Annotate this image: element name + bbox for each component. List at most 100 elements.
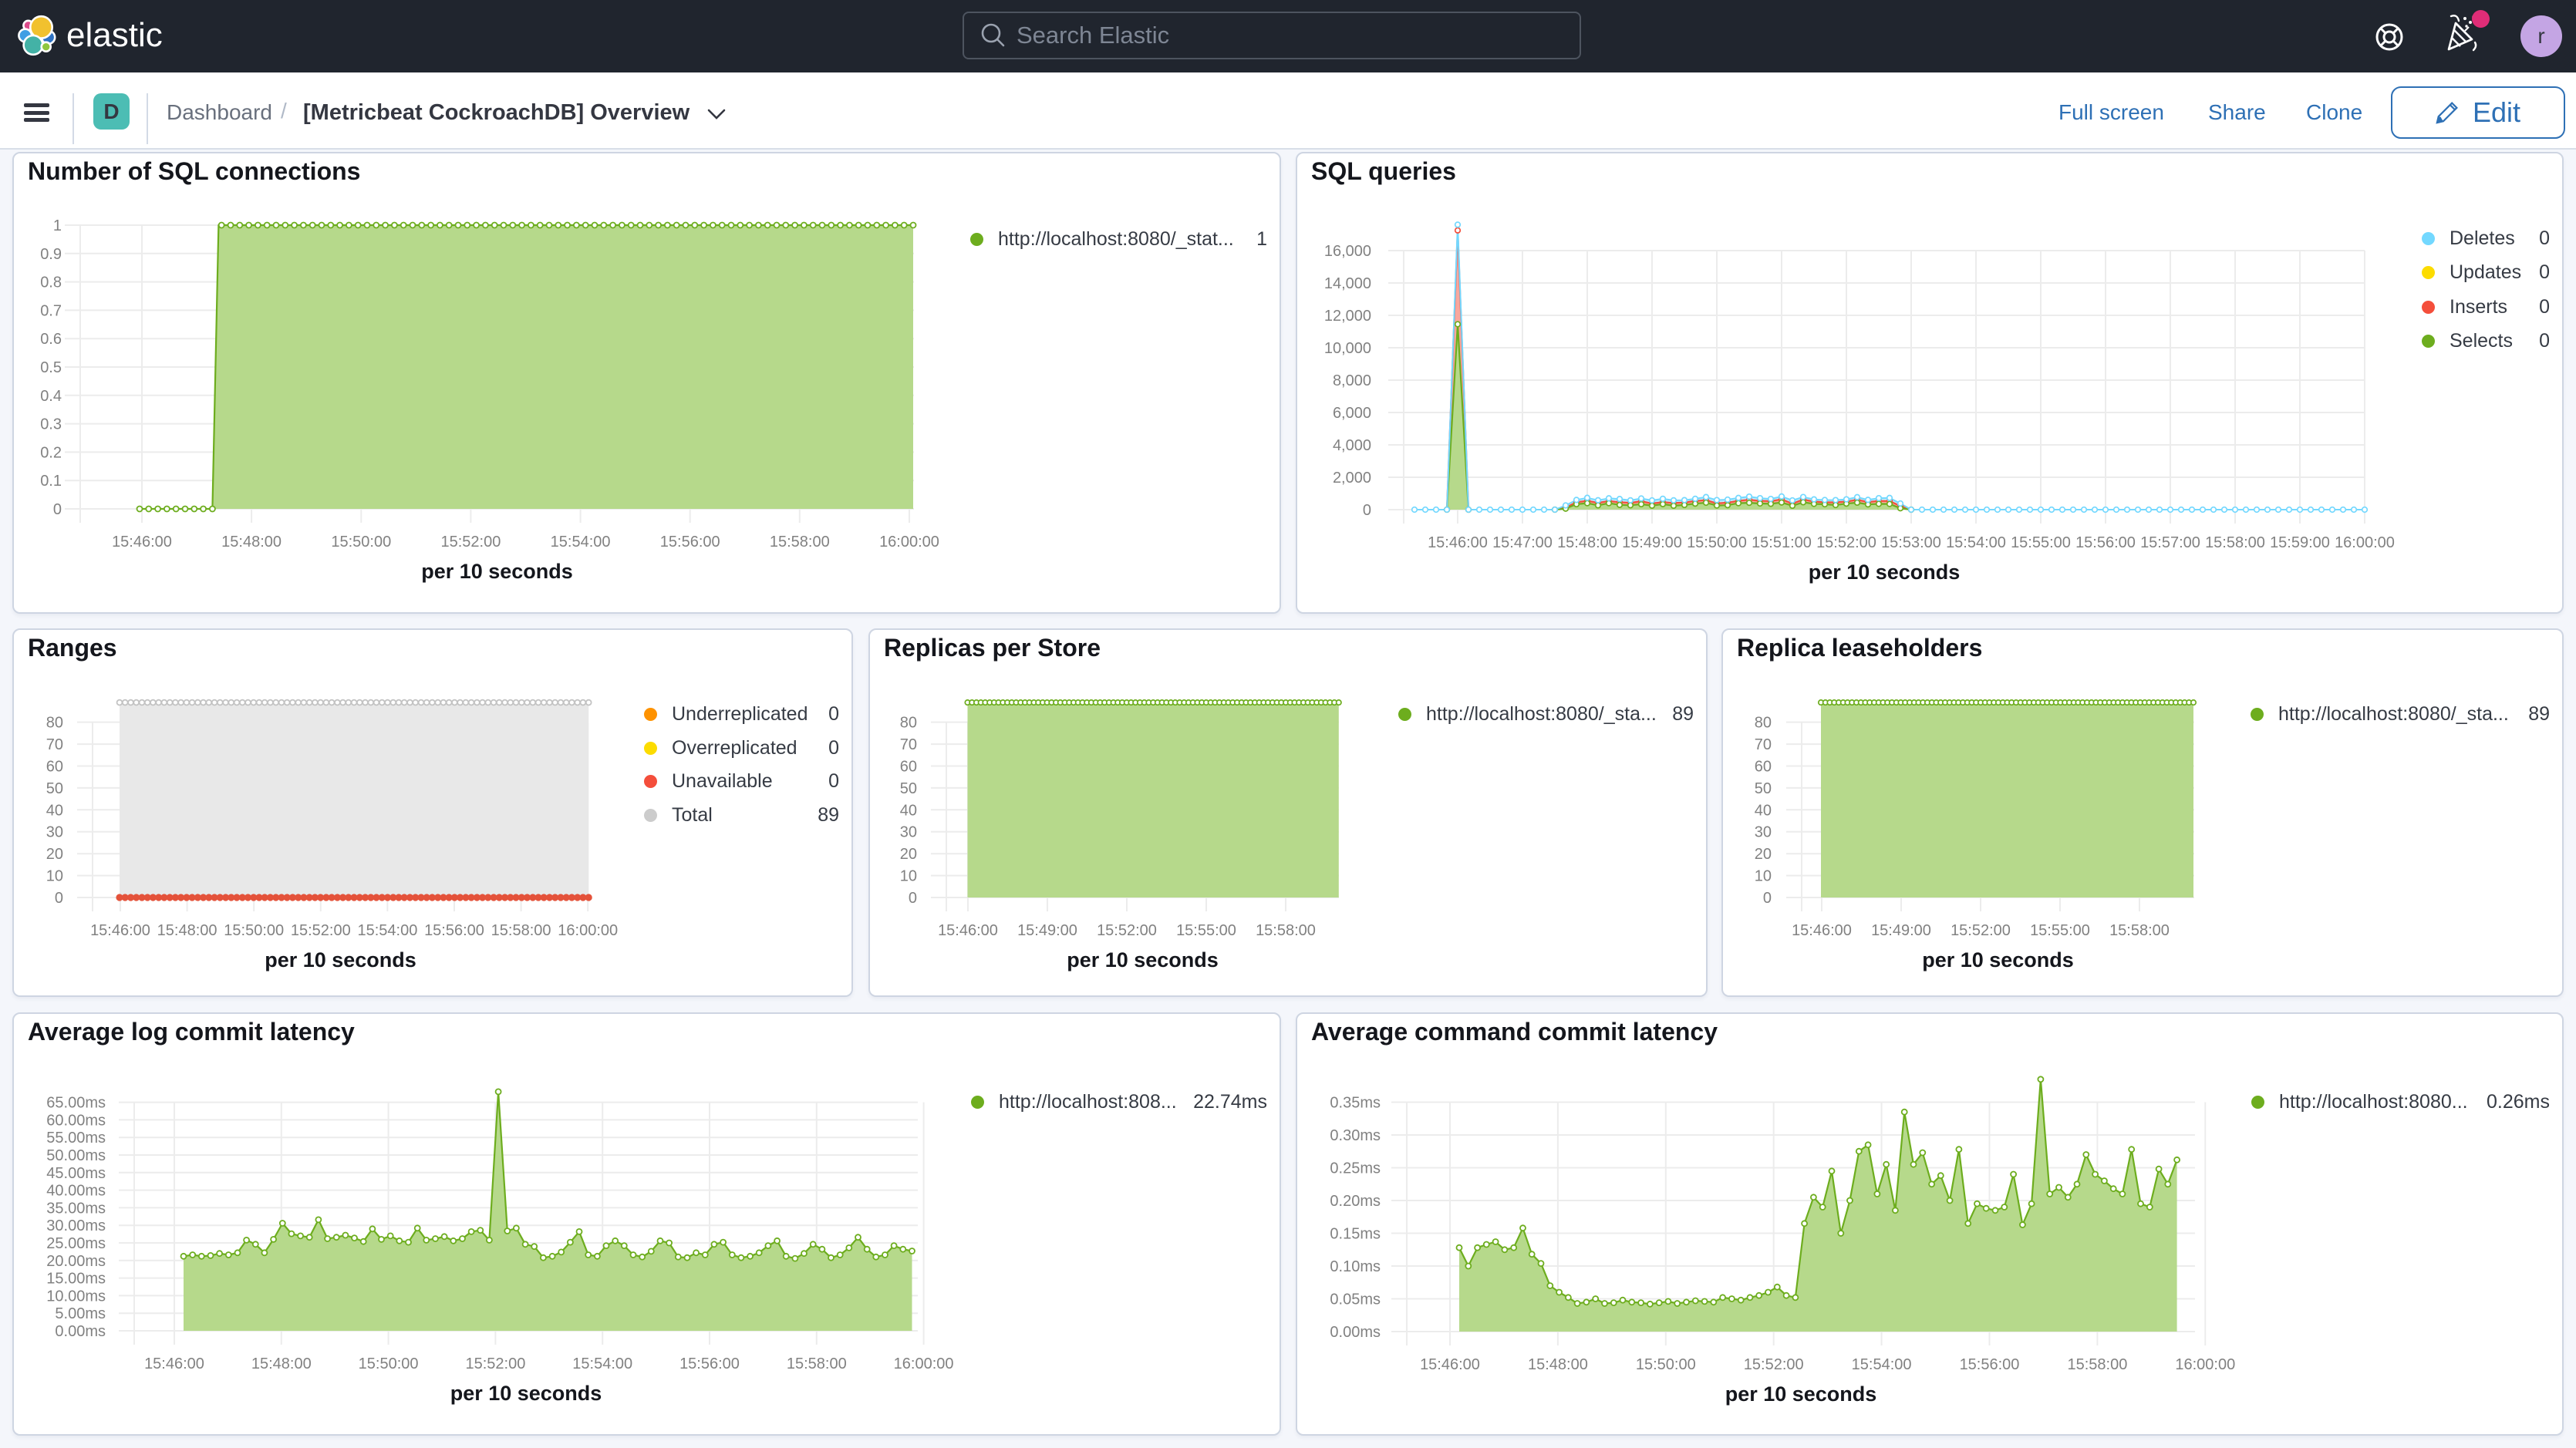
svg-text:15:52:00: 15:52:00 — [1744, 1356, 1804, 1373]
svg-text:10: 10 — [1755, 868, 1772, 885]
svg-text:15:49:00: 15:49:00 — [1622, 534, 1682, 551]
svg-text:20: 20 — [1755, 846, 1772, 863]
svg-text:15:55:00: 15:55:00 — [2011, 534, 2071, 551]
svg-text:0.00ms: 0.00ms — [55, 1323, 106, 1340]
svg-text:15:56:00: 15:56:00 — [2075, 534, 2136, 551]
svg-text:15:52:00: 15:52:00 — [440, 534, 501, 551]
svg-text:30.00ms: 30.00ms — [46, 1217, 106, 1234]
svg-text:15:56:00: 15:56:00 — [424, 922, 484, 939]
svg-text:25.00ms: 25.00ms — [46, 1235, 106, 1252]
svg-text:15:46:00: 15:46:00 — [938, 922, 998, 939]
svg-text:15.00ms: 15.00ms — [46, 1271, 106, 1288]
svg-text:40.00ms: 40.00ms — [46, 1183, 106, 1200]
svg-text:65.00ms: 65.00ms — [46, 1095, 106, 1112]
svg-text:0.6: 0.6 — [40, 331, 62, 348]
svg-text:50: 50 — [1755, 780, 1772, 797]
svg-text:15:52:00: 15:52:00 — [1097, 922, 1157, 939]
svg-text:15:58:00: 15:58:00 — [2205, 534, 2265, 551]
svg-text:0.35ms: 0.35ms — [1330, 1095, 1381, 1112]
svg-text:60: 60 — [46, 759, 63, 776]
svg-text:15:50:00: 15:50:00 — [1687, 534, 1747, 551]
svg-text:60.00ms: 60.00ms — [46, 1112, 106, 1129]
svg-text:0.20ms: 0.20ms — [1330, 1193, 1381, 1210]
svg-text:60: 60 — [900, 759, 917, 776]
svg-text:15:58:00: 15:58:00 — [491, 922, 551, 939]
svg-text:15:56:00: 15:56:00 — [1960, 1356, 2020, 1373]
svg-text:15:49:00: 15:49:00 — [1017, 922, 1077, 939]
svg-text:15:53:00: 15:53:00 — [1881, 534, 1941, 551]
svg-text:0: 0 — [53, 501, 62, 518]
svg-text:15:52:00: 15:52:00 — [291, 922, 351, 939]
svg-text:15:59:00: 15:59:00 — [2270, 534, 2330, 551]
svg-text:12,000: 12,000 — [1324, 308, 1371, 325]
svg-text:15:54:00: 15:54:00 — [551, 534, 611, 551]
svg-text:0: 0 — [909, 890, 917, 907]
svg-text:15:48:00: 15:48:00 — [1557, 534, 1617, 551]
svg-text:15:52:00: 15:52:00 — [465, 1355, 525, 1372]
svg-text:30: 30 — [46, 824, 63, 841]
svg-text:10.00ms: 10.00ms — [46, 1288, 106, 1305]
svg-text:15:46:00: 15:46:00 — [90, 922, 150, 939]
svg-text:0.10ms: 0.10ms — [1330, 1258, 1381, 1275]
svg-text:5.00ms: 5.00ms — [55, 1305, 106, 1322]
svg-text:80: 80 — [900, 715, 917, 732]
svg-text:16:00:00: 16:00:00 — [2175, 1356, 2235, 1373]
svg-text:15:58:00: 15:58:00 — [2109, 922, 2170, 939]
svg-text:0.5: 0.5 — [40, 359, 62, 376]
svg-text:15:48:00: 15:48:00 — [1528, 1356, 1588, 1373]
svg-text:15:54:00: 15:54:00 — [1946, 534, 2006, 551]
svg-text:50: 50 — [900, 780, 917, 797]
svg-text:15:48:00: 15:48:00 — [251, 1355, 312, 1372]
svg-text:15:46:00: 15:46:00 — [144, 1355, 204, 1372]
svg-text:1: 1 — [53, 217, 62, 234]
svg-text:15:52:00: 15:52:00 — [1951, 922, 2011, 939]
svg-text:80: 80 — [1755, 715, 1772, 732]
svg-text:50: 50 — [46, 780, 63, 797]
svg-text:45.00ms: 45.00ms — [46, 1165, 106, 1182]
svg-text:55.00ms: 55.00ms — [46, 1130, 106, 1147]
svg-text:40: 40 — [46, 802, 63, 819]
svg-text:2,000: 2,000 — [1333, 470, 1371, 487]
svg-text:16,000: 16,000 — [1324, 243, 1371, 260]
svg-text:15:55:00: 15:55:00 — [2030, 922, 2090, 939]
svg-text:30: 30 — [1755, 824, 1772, 841]
svg-text:35.00ms: 35.00ms — [46, 1200, 106, 1217]
svg-text:50.00ms: 50.00ms — [46, 1147, 106, 1164]
svg-text:20.00ms: 20.00ms — [46, 1253, 106, 1270]
svg-text:16:00:00: 16:00:00 — [879, 534, 939, 551]
svg-text:15:51:00: 15:51:00 — [1752, 534, 1812, 551]
svg-text:4,000: 4,000 — [1333, 437, 1371, 454]
svg-text:15:56:00: 15:56:00 — [660, 534, 720, 551]
svg-text:15:50:00: 15:50:00 — [224, 922, 284, 939]
svg-text:70: 70 — [46, 736, 63, 753]
svg-text:per 10 seconds: per 10 seconds — [1922, 948, 2074, 972]
svg-text:15:58:00: 15:58:00 — [770, 534, 830, 551]
svg-text:15:50:00: 15:50:00 — [331, 534, 391, 551]
svg-text:0: 0 — [1363, 502, 1371, 519]
svg-text:40: 40 — [900, 802, 917, 819]
svg-text:40: 40 — [1755, 802, 1772, 819]
svg-text:15:47:00: 15:47:00 — [1492, 534, 1553, 551]
svg-text:10: 10 — [900, 868, 917, 885]
svg-text:10: 10 — [46, 868, 63, 885]
svg-text:0.15ms: 0.15ms — [1330, 1226, 1381, 1243]
svg-text:15:46:00: 15:46:00 — [1420, 1356, 1480, 1373]
svg-text:15:46:00: 15:46:00 — [1428, 534, 1488, 551]
svg-text:20: 20 — [46, 846, 63, 863]
svg-text:0.7: 0.7 — [40, 302, 62, 319]
svg-text:15:48:00: 15:48:00 — [221, 534, 282, 551]
svg-text:15:50:00: 15:50:00 — [359, 1355, 419, 1372]
svg-text:0.8: 0.8 — [40, 274, 62, 291]
svg-text:20: 20 — [900, 846, 917, 863]
svg-text:15:58:00: 15:58:00 — [2067, 1356, 2127, 1373]
svg-text:15:58:00: 15:58:00 — [787, 1355, 847, 1372]
svg-text:0.3: 0.3 — [40, 416, 62, 433]
svg-text:6,000: 6,000 — [1333, 405, 1371, 422]
svg-text:70: 70 — [1755, 736, 1772, 753]
svg-text:per 10 seconds: per 10 seconds — [450, 1382, 602, 1405]
svg-text:15:57:00: 15:57:00 — [2140, 534, 2200, 551]
svg-text:15:49:00: 15:49:00 — [1871, 922, 1931, 939]
svg-text:15:54:00: 15:54:00 — [1852, 1356, 1912, 1373]
svg-text:16:00:00: 16:00:00 — [558, 922, 618, 939]
svg-text:15:56:00: 15:56:00 — [679, 1355, 740, 1372]
